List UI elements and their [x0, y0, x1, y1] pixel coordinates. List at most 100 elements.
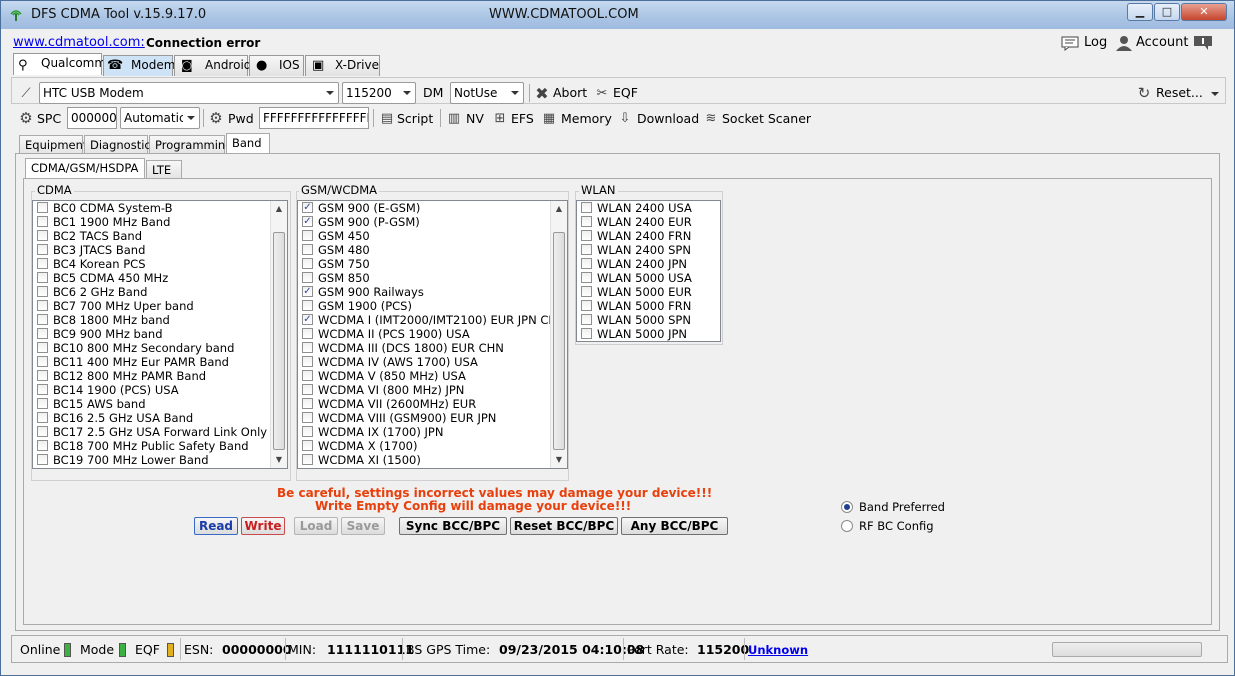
checkbox[interactable] [302, 244, 313, 255]
cdma-band-item[interactable]: BC10 800 MHz Secondary band [33, 341, 287, 355]
chat-icon[interactable] [1193, 35, 1213, 51]
reset-bcc-bpc-button[interactable]: Reset BCC/BPC [510, 517, 618, 535]
save-button[interactable]: Save [341, 517, 385, 535]
checkbox[interactable] [37, 244, 48, 255]
gsm-band-item[interactable]: WCDMA IV (AWS 1700) USA [298, 355, 567, 369]
scroll-thumb[interactable] [553, 232, 565, 450]
checkbox[interactable] [37, 384, 48, 395]
tab-ios[interactable]: ● IOS [249, 55, 304, 76]
script-button[interactable]: Script [397, 111, 433, 126]
tab-lte[interactable]: LTE [146, 160, 182, 179]
abort-icon[interactable]: ✖ [534, 84, 550, 103]
gsm-band-item[interactable]: GSM 480 [298, 243, 567, 257]
abort-button[interactable]: Abort [553, 85, 587, 100]
minimize-button[interactable]: ▁ [1127, 3, 1153, 21]
checkbox[interactable] [37, 258, 48, 269]
wlan-band-item[interactable]: WLAN 2400 EUR [577, 215, 720, 229]
download-icon[interactable]: ⇩ [617, 110, 633, 126]
reset-icon[interactable]: ↻ [1136, 84, 1152, 102]
write-button[interactable]: Write [241, 517, 285, 535]
baud-select[interactable]: 115200 [342, 82, 416, 104]
cdma-band-item[interactable]: BC5 CDMA 450 MHz [33, 271, 287, 285]
nv-icon[interactable]: ▥ [446, 110, 462, 126]
gsm-band-item[interactable]: WCDMA III (DCS 1800) EUR CHN [298, 341, 567, 355]
gsm-band-item[interactable]: WCDMA IX (1700) JPN [298, 425, 567, 439]
checkbox[interactable] [37, 230, 48, 241]
cdma-band-item[interactable]: BC15 AWS band [33, 397, 287, 411]
wlan-band-item[interactable]: WLAN 2400 FRN [577, 229, 720, 243]
checkbox[interactable] [37, 272, 48, 283]
reset-dropdown-arrow[interactable] [1211, 92, 1219, 96]
tab-diagnostic[interactable]: Diagnostic [84, 135, 151, 154]
sync-bcc-bpc-button[interactable]: Sync BCC/BPC [399, 517, 507, 535]
checkbox[interactable]: ✓ [302, 216, 313, 227]
cdma-band-item[interactable]: BC14 1900 (PCS) USA [33, 383, 287, 397]
checkbox[interactable] [581, 230, 592, 241]
checkbox[interactable] [581, 314, 592, 325]
account-button[interactable]: Account [1136, 35, 1189, 50]
reset-button[interactable]: Reset... [1156, 85, 1203, 100]
pwd-field[interactable]: FFFFFFFFFFFFFFFF [259, 107, 369, 129]
wlan-band-item[interactable]: WLAN 2400 SPN [577, 243, 720, 257]
account-icon[interactable] [1115, 35, 1133, 51]
checkbox[interactable] [302, 426, 313, 437]
log-button[interactable]: Log [1084, 35, 1107, 50]
checkbox[interactable] [302, 454, 313, 465]
gsm-band-item[interactable]: WCDMA VI (800 MHz) JPN [298, 383, 567, 397]
unknown-link[interactable]: Unknown [748, 643, 808, 657]
scroll-down-icon[interactable]: ▼ [271, 452, 287, 468]
cdma-band-item[interactable]: BC19 700 MHz Lower Band [33, 453, 287, 467]
gsm-band-item[interactable]: WCDMA X (1700) [298, 439, 567, 453]
tab-band[interactable]: Band [226, 133, 270, 154]
log-icon[interactable] [1061, 35, 1081, 51]
tab-programming[interactable]: Programming [149, 135, 233, 154]
checkbox[interactable] [302, 230, 313, 241]
cdma-band-item[interactable]: BC17 2.5 GHz USA Forward Link Only Bar [33, 425, 287, 439]
nv-button[interactable]: NV [466, 111, 484, 126]
checkbox[interactable] [581, 258, 592, 269]
checkbox[interactable]: ✓ [302, 314, 313, 325]
memory-button[interactable]: Memory [561, 111, 612, 126]
checkbox[interactable]: ✓ [302, 286, 313, 297]
wlan-band-list[interactable]: WLAN 2400 USA WLAN 2400 EUR WLAN 2400 FRN W… [576, 200, 721, 342]
gsm-band-item[interactable]: GSM 850 [298, 271, 567, 285]
cdma-band-item[interactable]: BC6 2 GHz Band [33, 285, 287, 299]
checkbox[interactable] [302, 370, 313, 381]
checkbox[interactable] [37, 412, 48, 423]
download-button[interactable]: Download [637, 111, 699, 126]
checkbox[interactable] [302, 440, 313, 451]
gsm-band-list[interactable]: ✓ GSM 900 (E-GSM) ✓ GSM 900 (P-GSM) GSM 450 G… [297, 200, 568, 469]
tab-xdrive[interactable]: ▣ X-Drive [305, 55, 380, 76]
cdma-band-item[interactable]: BC18 700 MHz Public Safety Band [33, 439, 287, 453]
plug-icon[interactable]: ⟋ [18, 85, 34, 101]
checkbox[interactable] [37, 202, 48, 213]
checkbox[interactable] [37, 454, 48, 465]
checkbox[interactable] [302, 398, 313, 409]
scroll-thumb[interactable] [273, 232, 285, 450]
checkbox[interactable] [302, 342, 313, 353]
checkbox[interactable] [37, 300, 48, 311]
scroll-down-icon[interactable]: ▼ [551, 452, 567, 468]
checkbox[interactable] [37, 342, 48, 353]
cdma-band-item[interactable]: BC1 1900 MHz Band [33, 215, 287, 229]
tab-cdma-gsm-hsdpa[interactable]: CDMA/GSM/HSDPA [25, 158, 145, 179]
checkbox[interactable] [581, 328, 592, 339]
checkbox[interactable] [37, 398, 48, 409]
load-button[interactable]: Load [294, 517, 338, 535]
checkbox[interactable] [581, 300, 592, 311]
cdma-band-item[interactable]: BC16 2.5 GHz USA Band [33, 411, 287, 425]
script-icon[interactable]: ▤ [379, 110, 395, 126]
gsm-band-item[interactable]: GSM 450 [298, 229, 567, 243]
wlan-band-item[interactable]: WLAN 2400 JPN [577, 257, 720, 271]
checkbox[interactable] [581, 244, 592, 255]
scroll-up-icon[interactable]: ▲ [551, 201, 567, 217]
efs-icon[interactable]: ⊞ [492, 110, 508, 126]
auto-select[interactable]: Automatic [120, 107, 200, 129]
eqf-button[interactable]: EQF [613, 85, 638, 100]
memory-icon[interactable]: ▦ [541, 110, 557, 126]
cdma-band-item[interactable]: BC7 700 MHz Uper band [33, 299, 287, 313]
cdma-band-item[interactable]: BC3 JTACS Band [33, 243, 287, 257]
tools-icon[interactable]: ✂ [594, 85, 610, 101]
wifi-icon[interactable]: ≋ [703, 110, 719, 126]
cdma-band-item[interactable]: BC11 400 MHz Eur PAMR Band [33, 355, 287, 369]
